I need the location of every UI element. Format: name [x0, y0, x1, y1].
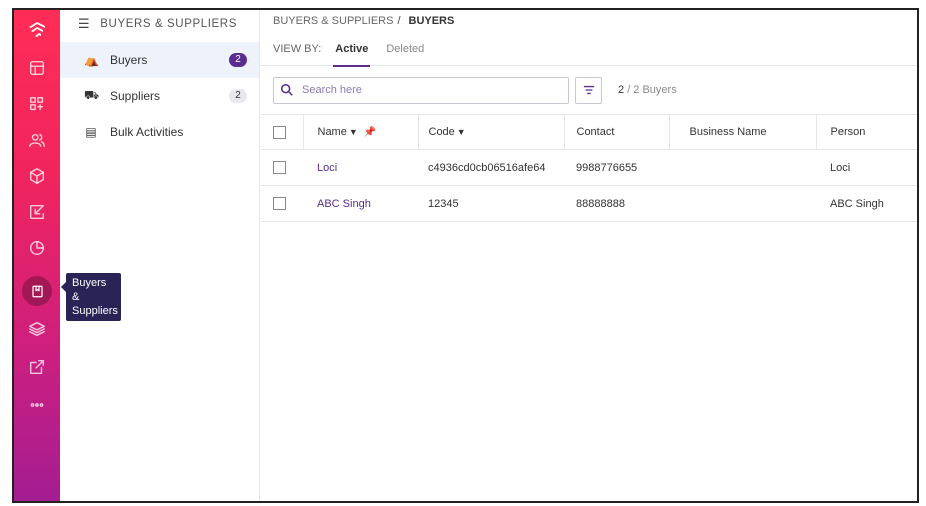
external-link-icon[interactable]	[14, 351, 60, 383]
active-rail-bubble	[22, 276, 52, 306]
more-icon[interactable]	[14, 389, 60, 421]
cell-name[interactable]: ABC Singh	[303, 185, 418, 222]
toolbar: 2 / 2 Buyers	[261, 66, 917, 114]
grid-icon[interactable]	[14, 88, 60, 120]
breadcrumb-parent[interactable]: BUYERS & SUPPLIERS	[273, 15, 393, 27]
cell-person: Loci	[816, 149, 917, 186]
sidebar-item-suppliers[interactable]: ⛟ Suppliers 2	[60, 78, 259, 114]
select-all-checkbox[interactable]	[273, 125, 286, 139]
users-icon[interactable]	[14, 124, 60, 156]
rail-tooltip: Buyers & Suppliers	[61, 273, 121, 321]
row-select-cell	[261, 149, 303, 186]
table-row[interactable]: Loci c4936cd0cb06516afe64 9988776655 Loc…	[261, 149, 917, 186]
search-icon	[280, 83, 293, 96]
cell-person: ABC Singh	[816, 185, 917, 222]
row-checkbox[interactable]	[273, 197, 286, 210]
sidebar-item-label: Suppliers	[110, 89, 161, 103]
cell-contact: 9988776655	[564, 149, 669, 186]
sidebar-item-buyers[interactable]: ⛺ Buyers 2	[60, 42, 259, 78]
header-business-label: Business Name	[689, 126, 767, 138]
hamburger-icon[interactable]: ☰	[78, 16, 90, 32]
header-name[interactable]: Name ▼ 📌	[303, 114, 419, 150]
breadcrumb: BUYERS & SUPPLIERS / BUYERS	[261, 10, 917, 32]
header-contact[interactable]: Contact	[564, 114, 670, 150]
cell-name[interactable]: Loci	[303, 149, 418, 186]
header-person[interactable]: Person	[816, 114, 917, 150]
cell-contact: 88888888	[564, 185, 669, 222]
box-icon[interactable]	[14, 160, 60, 192]
bulk-icon: ▤	[85, 125, 97, 139]
icon-rail	[14, 10, 60, 501]
sort-chevron-icon[interactable]: ▼	[349, 127, 358, 137]
header-code-label: Code	[428, 126, 455, 138]
header-person-label: Person	[830, 126, 866, 138]
buyers-table: Name ▼ 📌 Code ▼ Contact Business Name Perso…	[261, 114, 917, 222]
side-panel-title: BUYERS & SUPPLIERS	[100, 18, 237, 30]
search-input[interactable]	[302, 84, 542, 96]
header-contact-label: Contact	[576, 126, 615, 138]
record-count: 2 / 2 Buyers	[618, 84, 677, 96]
cell-business-name	[669, 185, 816, 222]
cell-business-name	[669, 149, 816, 186]
supplier-icon: ⛟	[84, 88, 100, 102]
header-business-name[interactable]: Business Name	[669, 114, 817, 150]
tab-deleted[interactable]: Deleted	[386, 32, 424, 66]
book-icon[interactable]	[14, 275, 60, 307]
import-icon[interactable]	[14, 196, 60, 228]
side-panel-header: ☰ BUYERS & SUPPLIERS	[60, 10, 259, 38]
filter-button[interactable]	[575, 76, 602, 104]
row-select-cell	[261, 185, 303, 222]
logo-icon[interactable]	[14, 14, 60, 46]
header-name-label: Name	[317, 126, 347, 138]
app-window: ☰ BUYERS & SUPPLIERS ⛺ Buyers 2 ⛟ Suppli…	[12, 8, 919, 503]
header-code[interactable]: Code ▼	[418, 114, 565, 150]
sidebar-item-bulk-activities[interactable]: ▤ Bulk Activities	[60, 114, 259, 150]
cell-code: 12345	[418, 185, 564, 222]
table-row[interactable]: ABC Singh 12345 88888888 ABC Singh	[261, 185, 917, 222]
main-content: BUYERS & SUPPLIERS / BUYERS VIEW BY: Act…	[261, 10, 917, 501]
pin-icon[interactable]: 📌	[364, 127, 376, 138]
chart-pie-icon[interactable]	[14, 232, 60, 264]
breadcrumb-separator: /	[397, 15, 401, 27]
suppliers-count-badge: 2	[229, 89, 247, 103]
dashboard-icon[interactable]	[14, 52, 60, 84]
total-count: / 2 Buyers	[627, 84, 677, 96]
sort-chevron-icon[interactable]: ▼	[457, 127, 466, 137]
row-checkbox[interactable]	[273, 161, 286, 174]
cell-code: c4936cd0cb06516afe64	[418, 149, 564, 186]
sidebar-item-label: Bulk Activities	[110, 125, 184, 139]
filter-icon	[583, 85, 594, 95]
selected-count: 2	[618, 84, 625, 96]
view-by-bar: VIEW BY: Active Deleted	[261, 32, 917, 67]
buyers-count-badge: 2	[229, 53, 247, 67]
search-box	[273, 76, 569, 104]
table-header-row: Name ▼ 📌 Code ▼ Contact Business Name Perso…	[261, 114, 917, 150]
tab-active[interactable]: Active	[333, 32, 371, 67]
layers-icon[interactable]	[14, 313, 60, 345]
view-by-label: VIEW BY:	[273, 42, 322, 55]
header-select-cell	[261, 114, 304, 150]
buyer-icon: ⛺	[84, 53, 99, 67]
breadcrumb-current: BUYERS	[408, 15, 455, 27]
sidebar-item-label: Buyers	[110, 53, 148, 67]
side-panel: ☰ BUYERS & SUPPLIERS ⛺ Buyers 2 ⛟ Suppli…	[60, 10, 260, 501]
